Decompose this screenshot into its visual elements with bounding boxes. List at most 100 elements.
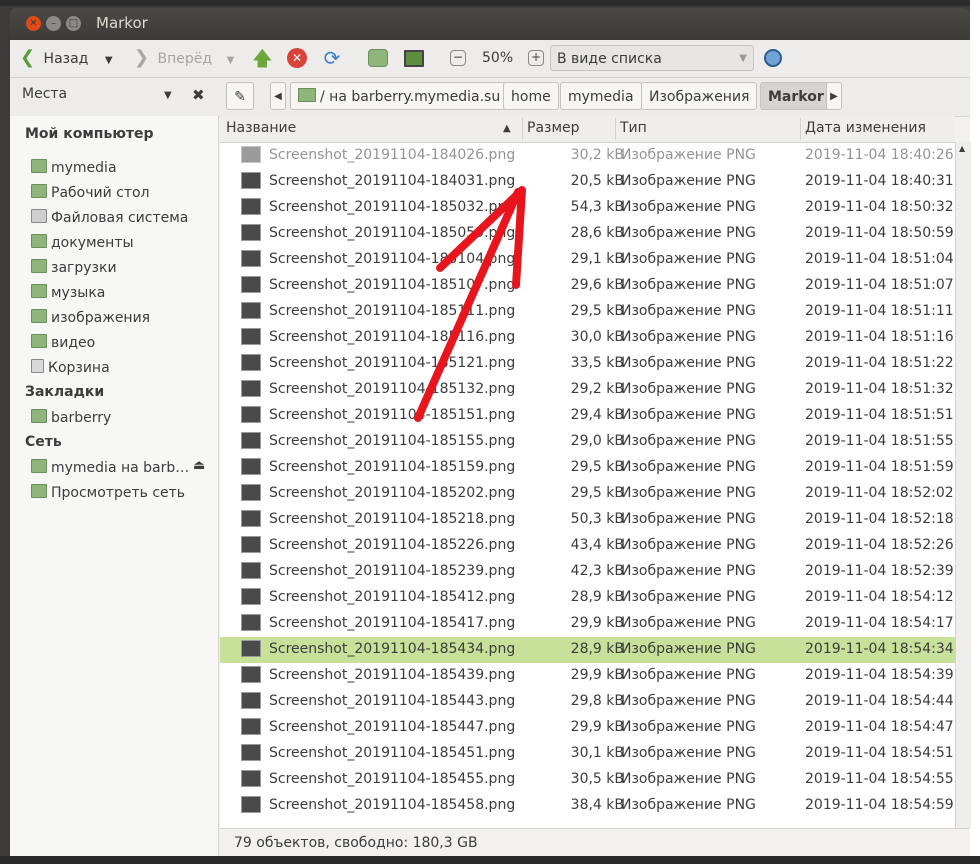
file-name: Screenshot_20191104-185412.png <box>269 589 516 605</box>
file-name: Screenshot_20191104-185434.png <box>269 641 516 657</box>
network-icon <box>31 484 47 498</box>
sidebar-item-browse-network[interactable]: Просмотреть сеть <box>31 484 185 501</box>
file-date: 2019-11-04 18:52:02 <box>805 485 954 501</box>
file-row[interactable]: Screenshot_20191104-185059.png 28,6 kB Изо… <box>220 221 955 247</box>
sidebar-item-downloads[interactable]: загрузки <box>31 259 117 276</box>
file-row[interactable]: Screenshot_20191104-185412.png 28,9 kB Изо… <box>220 585 955 611</box>
file-row[interactable]: Screenshot_20191104-185239.png 42,3 kB Изо… <box>220 559 955 585</box>
breadcrumb-current[interactable]: Markor <box>760 82 832 110</box>
file-date: 2019-11-04 18:54:59 <box>805 797 954 813</box>
sidebar-item-label: barberry <box>51 410 112 426</box>
file-row[interactable]: Screenshot_20191104-185155.png 29,0 kB Изо… <box>220 429 955 455</box>
file-row[interactable]: Screenshot_20191104-185159.png 29,5 kB Изо… <box>220 455 955 481</box>
search-button[interactable] <box>764 46 782 70</box>
trash-icon <box>31 359 44 373</box>
file-row[interactable]: Screenshot_20191104-185439.png 29,9 kB Изо… <box>220 663 955 689</box>
file-row[interactable]: Screenshot_20191104-185455.png 30,5 kB Изо… <box>220 767 955 793</box>
zoom-in-button[interactable]: + <box>528 46 544 70</box>
file-type: Изображение PNG <box>621 303 756 319</box>
file-row[interactable]: Screenshot_20191104-185447.png 29,9 kB Изо… <box>220 715 955 741</box>
edit-location-button[interactable]: ✎ <box>226 82 254 110</box>
sidebar-item-network-share[interactable]: mymedia на barb… <box>31 459 189 476</box>
file-size: 29,2 kB <box>570 381 624 397</box>
chevron-down-icon[interactable]: ▼ <box>227 55 235 66</box>
column-name[interactable]: Название <box>226 120 296 136</box>
file-row[interactable]: Screenshot_20191104-185116.png 30,0 kB Изо… <box>220 325 955 351</box>
breadcrumb-home[interactable]: home <box>503 82 559 110</box>
file-name: Screenshot_20191104-185104.png <box>269 251 516 267</box>
file-row[interactable]: Screenshot_20191104-185202.png 29,5 kB Изо… <box>220 481 955 507</box>
close-sidebar-icon[interactable]: ✖ <box>192 86 205 104</box>
file-type: Изображение PNG <box>621 667 756 683</box>
file-row[interactable]: Screenshot_20191104-185434.png 28,9 kB Изо… <box>220 637 955 663</box>
up-button[interactable]: 🡅 <box>252 46 273 70</box>
file-date: 2019-11-04 18:51:32 <box>805 381 954 397</box>
close-icon[interactable]: ✕ <box>26 16 41 31</box>
breadcrumb-images[interactable]: Изображения <box>641 82 758 110</box>
file-row[interactable]: Screenshot_20191104-185218.png 50,3 kB Изо… <box>220 507 955 533</box>
breadcrumb-mymedia[interactable]: mymedia <box>560 82 642 110</box>
view-mode-select[interactable]: В виде списка ▼ <box>550 45 754 71</box>
sidebar-item-documents[interactable]: документы <box>31 234 134 251</box>
file-row[interactable]: Screenshot_20191104-184026.png 30,2 kB Изо… <box>220 143 955 169</box>
file-date: 2019-11-04 18:54:44 <box>805 693 954 709</box>
back-button[interactable]: ❮ Назад ▼ <box>20 46 113 70</box>
maximize-icon[interactable]: □ <box>66 16 81 31</box>
stop-button[interactable]: ✕ <box>287 46 307 70</box>
file-row[interactable]: Screenshot_20191104-185104.png 29,1 kB Изо… <box>220 247 955 273</box>
vertical-scrollbar[interactable]: ▲ <box>955 142 971 828</box>
sidebar-item-desktop[interactable]: Рабочий стол <box>31 184 150 201</box>
file-size: 29,6 kB <box>570 277 624 293</box>
breadcrumb-root[interactable]: / на barberry.mymedia.su <box>290 82 509 110</box>
computer-button[interactable] <box>404 46 424 70</box>
scroll-up-icon[interactable]: ▲ <box>959 144 965 153</box>
file-row[interactable]: Screenshot_20191104-185417.png 29,9 kB Изо… <box>220 611 955 637</box>
breadcrumb-scroll-right[interactable]: ▶ <box>826 82 842 110</box>
file-date: 2019-11-04 18:51:16 <box>805 329 954 345</box>
column-type[interactable]: Тип <box>620 120 647 136</box>
sidebar-item-pictures[interactable]: изображения <box>31 309 150 326</box>
file-row[interactable]: Screenshot_20191104-185107.png 29,6 kB Изо… <box>220 273 955 299</box>
eject-icon[interactable]: ⏏ <box>193 458 205 473</box>
file-type: Изображение PNG <box>621 433 756 449</box>
home-button[interactable] <box>368 46 388 70</box>
file-name: Screenshot_20191104-185417.png <box>269 615 516 631</box>
image-file-icon <box>241 458 261 475</box>
file-row[interactable]: Screenshot_20191104-185111.png 29,5 kB Изо… <box>220 299 955 325</box>
forward-button[interactable]: ❯ Вперёд ▼ <box>134 46 234 70</box>
chevron-down-icon[interactable]: ▼ <box>164 90 172 101</box>
image-file-icon <box>241 510 261 527</box>
image-file-icon <box>241 796 261 813</box>
folder-icon <box>31 409 47 423</box>
sidebar-item-video[interactable]: видео <box>31 334 95 351</box>
chevron-down-icon[interactable]: ▼ <box>105 55 113 66</box>
file-row[interactable]: Screenshot_20191104-185451.png 30,1 kB Изо… <box>220 741 955 767</box>
column-size[interactable]: Размер <box>527 120 580 136</box>
file-row[interactable]: Screenshot_20191104-185458.png 38,4 kB Изо… <box>220 793 955 819</box>
stop-icon: ✕ <box>287 48 307 68</box>
file-date: 2019-11-04 18:54:39 <box>805 667 954 683</box>
file-row[interactable]: Screenshot_20191104-184031.png 20,5 kB Изо… <box>220 169 955 195</box>
file-row[interactable]: Screenshot_20191104-185132.png 29,2 kB Изо… <box>220 377 955 403</box>
minimize-icon[interactable]: – <box>46 16 61 31</box>
file-row[interactable]: Screenshot_20191104-185226.png 43,4 kB Изо… <box>220 533 955 559</box>
breadcrumb-scroll-left[interactable]: ◀ <box>270 82 286 110</box>
file-name: Screenshot_20191104-185059.png <box>269 225 516 241</box>
sidebar-item-music[interactable]: музыка <box>31 284 105 301</box>
sidebar-item-filesystem[interactable]: Файловая система <box>31 209 188 226</box>
sidebar-item-trash[interactable]: Корзина <box>31 359 110 376</box>
sidebar-item-mymedia[interactable]: mymedia <box>31 159 117 176</box>
sidebar-title[interactable]: Места <box>22 86 67 102</box>
forward-label: Вперёд <box>157 51 213 67</box>
file-size: 29,9 kB <box>570 719 624 735</box>
file-row[interactable]: Screenshot_20191104-185151.png 29,4 kB Изо… <box>220 403 955 429</box>
file-row[interactable]: Screenshot_20191104-185121.png 33,5 kB Изо… <box>220 351 955 377</box>
column-date[interactable]: Дата изменения <box>805 120 926 136</box>
zoom-out-button[interactable]: − <box>450 46 466 70</box>
file-date: 2019-11-04 18:54:55 <box>805 771 954 787</box>
sidebar-item-barberry[interactable]: barberry <box>31 409 111 426</box>
window-titlebar[interactable]: ✕ – □ Markor <box>10 8 970 40</box>
reload-button[interactable]: ⟳ <box>322 46 342 70</box>
file-row[interactable]: Screenshot_20191104-185443.png 29,8 kB Изо… <box>220 689 955 715</box>
file-row[interactable]: Screenshot_20191104-185032.png 54,3 kB Изо… <box>220 195 955 221</box>
